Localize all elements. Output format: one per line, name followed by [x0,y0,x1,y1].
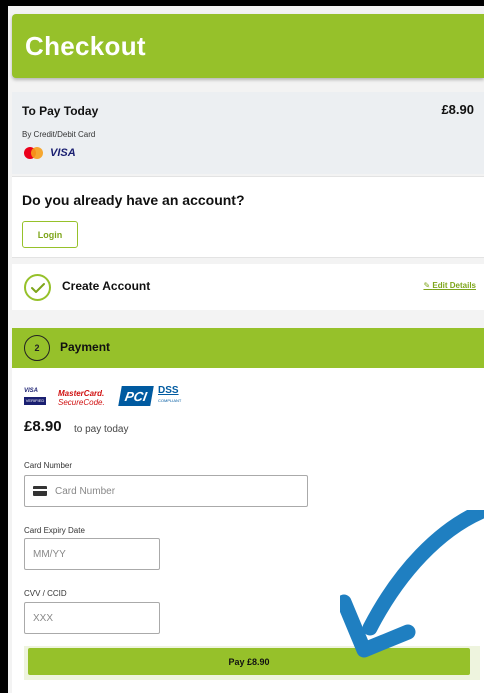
create-account-section: Create Account ✎ Edit Details [12,264,484,310]
visa-logo-text: VISA [24,388,39,394]
cvv-label: CVV / CCID [24,589,67,598]
edit-details-label: Edit Details [432,281,476,290]
payment-title: Payment [60,340,111,354]
cvv-input[interactable] [25,603,159,633]
account-question: Do you already have an account? [22,192,245,208]
create-account-label: Create Account [62,279,151,293]
checkout-header: Checkout [12,14,484,78]
account-section: Do you already have an account? Login [12,176,484,258]
arrow-annotation-icon [340,510,484,658]
expiry-label: Card Expiry Date [24,526,85,535]
payment-amount: £8.90 [24,418,62,435]
card-number-input[interactable] [25,476,307,506]
compliant-logo-text: COMPLIANT [158,398,182,403]
mastercard-logo-line1: MasterCard. [58,389,105,398]
to-pay-label: To Pay Today [22,104,99,118]
dss-logo-text: DSS [158,385,179,396]
edit-details-link[interactable]: ✎ Edit Details [423,281,476,290]
expiry-field [24,538,160,570]
pci-logo-mark: PCI [118,386,154,406]
payment-method-label: By Credit/Debit Card [22,130,96,139]
card-number-field [24,475,308,507]
mastercard-logo-line2: SecureCode. [58,398,105,407]
login-button[interactable]: Login [22,221,78,248]
payment-header: 2 Payment [12,328,484,368]
step-number: 2 [24,335,50,361]
verified-by-visa-logo: VISA VERIFIED [24,388,46,406]
payment-summary: To Pay Today £8.90 By Credit/Debit Card … [12,92,484,174]
card-number-label: Card Number [24,461,73,470]
mastercard-icon [24,147,46,161]
mastercard-securecode-logo: MasterCard. SecureCode. [58,389,105,407]
visa-icon: VISA [50,147,76,159]
pci-dss-logo: PCI DSS COMPLIANT [118,382,200,408]
check-icon [24,274,51,301]
visa-logo-band: VERIFIED [24,397,46,405]
page-title: Checkout [25,31,146,61]
to-pay-amount: £8.90 [441,102,474,117]
expiry-input[interactable] [25,539,159,569]
cvv-field [24,602,160,634]
payment-amount-suffix: to pay today [74,424,129,435]
